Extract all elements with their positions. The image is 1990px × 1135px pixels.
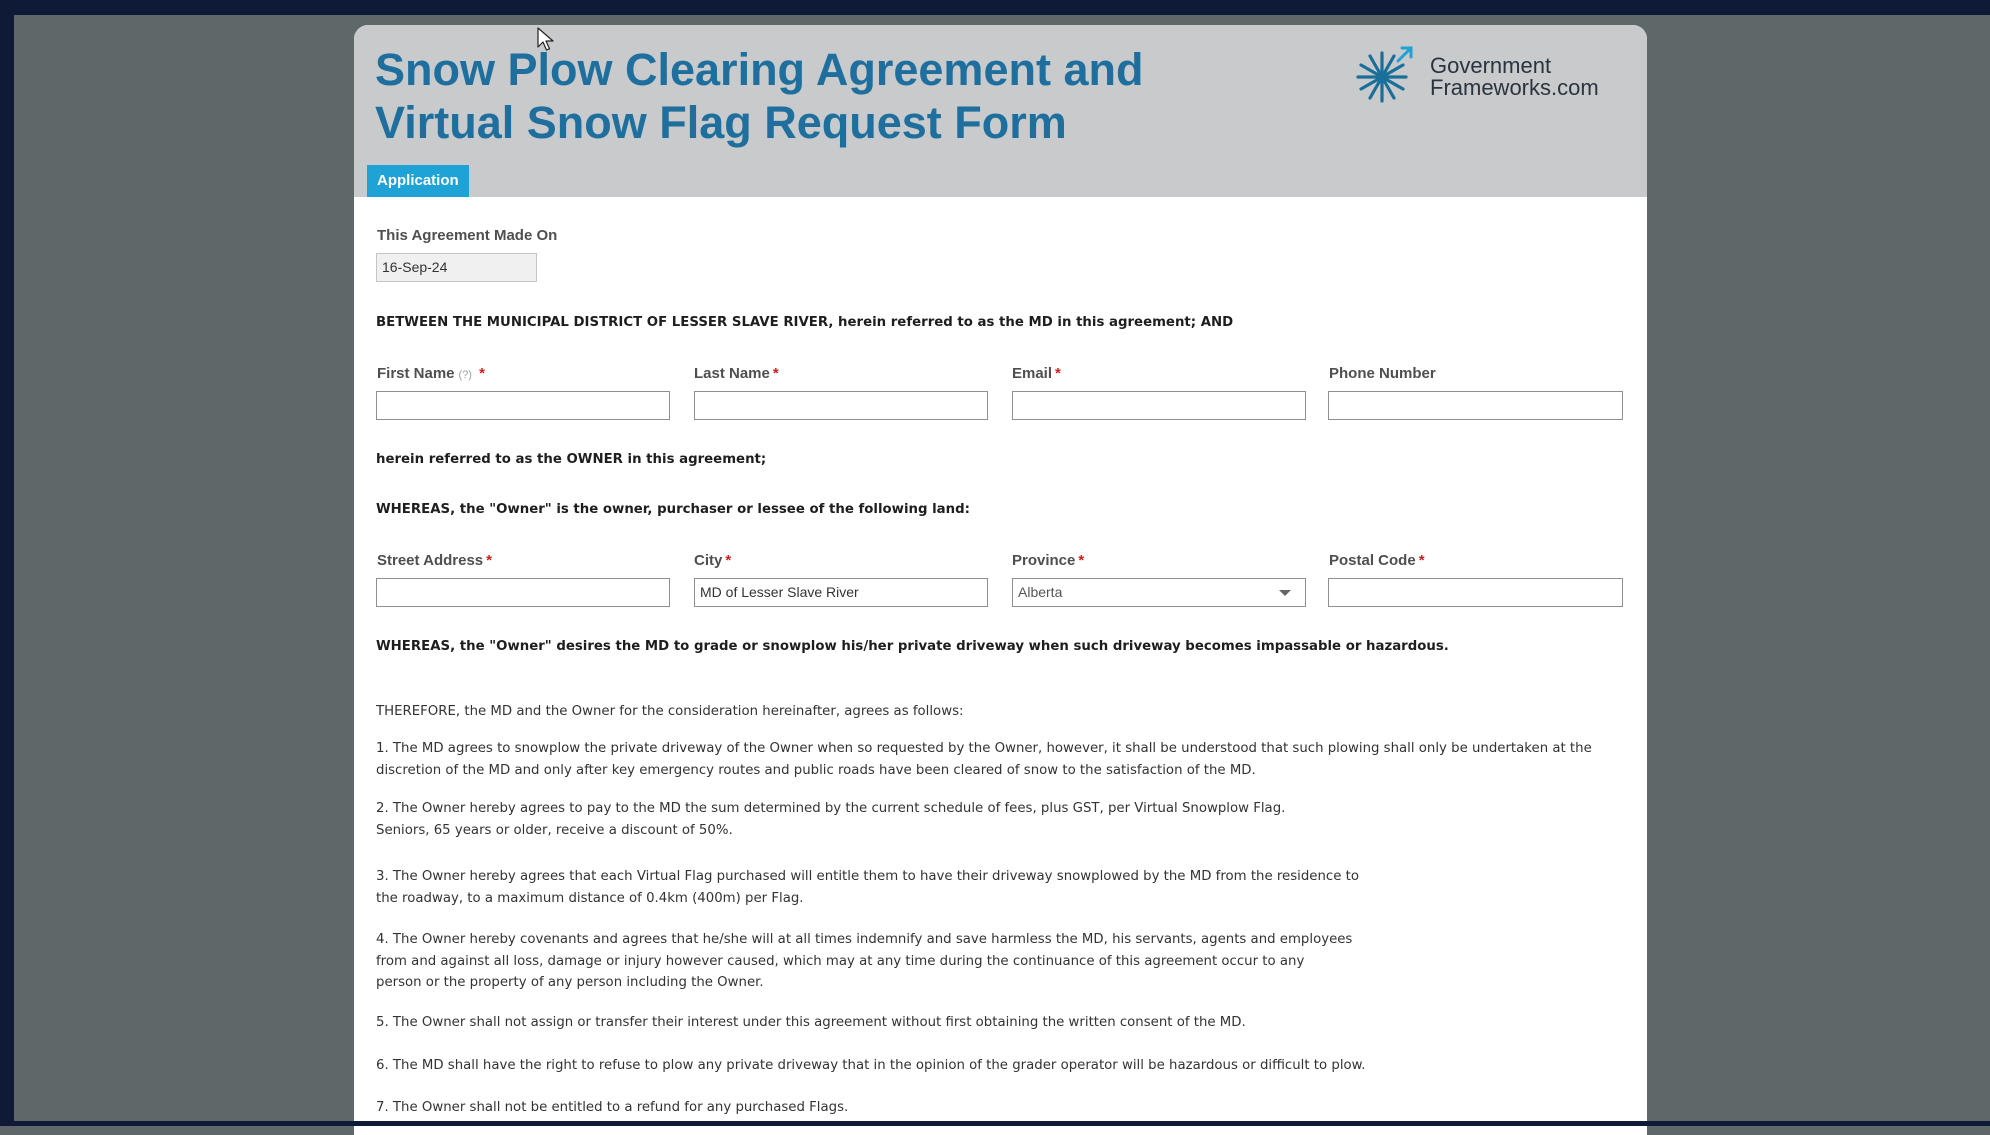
therefore-statement: THEREFORE, the MD and the Owner for the … [376,704,964,719]
last-name-input[interactable] [694,391,988,420]
postal-code-label: Postal Code * [1329,552,1425,569]
required-asterisk: * [1055,365,1061,382]
clause-line: 6. The MD shall have the right to refuse… [376,1058,1366,1073]
window-top-bar [0,0,1990,15]
clause-line: the roadway, to a maximum distance of 0.… [376,890,804,906]
province-label-text: Province [1012,552,1076,569]
form-card: Snow Plow Clearing Agreement and Virtual… [354,25,1647,1135]
required-asterisk: * [772,365,779,382]
postal-code-input[interactable] [1328,578,1623,607]
province-label: Province * [1012,552,1084,569]
clause-1: 1. The MD agrees to snowplow the private… [376,738,1592,781]
clause-4: 4. The Owner hereby covenants and agrees… [376,929,1352,994]
city-label-text: City [694,552,723,569]
clause-line: person or the property of any person inc… [376,975,764,990]
between-statement: BETWEEN THE MUNICIPAL DISTRICT OF LESSER… [376,315,1234,330]
clause-line: 5. The Owner shall not assign or transfe… [376,1015,1246,1030]
phone-input[interactable] [1328,391,1623,420]
email-input[interactable] [1012,391,1306,420]
phone-label: Phone Number [1329,365,1436,382]
clause-line: 3. The Owner hereby agrees that each Vir… [376,869,1359,884]
owner-statement: herein referred to as the OWNER in this … [376,452,767,467]
last-name-label-text: Last Name [694,365,770,382]
form-title: Snow Plow Clearing Agreement and Virtual… [375,44,1144,148]
clause-5: 5. The Owner shall not assign or transfe… [376,1012,1246,1034]
city-input[interactable]: MD of Lesser Slave River [694,578,988,607]
required-asterisk: * [725,552,732,569]
street-address-label: Street Address * [377,552,492,569]
last-name-label: Last Name * [694,365,779,382]
first-name-label: First Name (?) * [377,365,485,382]
whereas-desire-statement: WHEREAS, the "Owner" desires the MD to g… [376,639,1449,654]
clause-line: discretion of the MD and only after key … [376,762,1256,778]
postal-code-label-text: Postal Code [1329,552,1416,569]
agreement-date-label: This Agreement Made On [377,227,558,244]
tab-application[interactable]: Application [367,165,469,197]
first-name-input[interactable] [376,391,670,420]
whereas-land-statement: WHEREAS, the "Owner" is the owner, purch… [376,502,970,517]
clause-line: 7. The Owner shall not be entitled to a … [376,1100,849,1115]
logo-wordmark: Government Frameworks.com [1430,55,1647,99]
street-address-label-text: Street Address [377,552,484,569]
clause-line: Seniors, 65 years or older, receive a di… [376,822,733,838]
required-asterisk: * [479,365,485,382]
government-frameworks-logo: Government Frameworks.com [1354,45,1644,105]
clause-line: from and against all loss, damage or inj… [376,953,1305,969]
window-left-bar [0,0,14,1126]
province-select[interactable]: Alberta [1012,578,1306,607]
logo-line-2: Frameworks.com [1430,75,1599,100]
clause-3: 3. The Owner hereby agrees that each Vir… [376,866,1359,909]
required-asterisk: * [486,552,492,569]
province-select-value: Alberta [1018,584,1063,600]
email-label-text: Email [1012,365,1053,382]
window-bottom-bar [0,1121,1990,1126]
street-address-input[interactable] [376,578,670,607]
agreement-date-field[interactable]: 16-Sep-24 [376,253,537,282]
chevron-down-icon [1279,590,1291,596]
first-name-label-text: First Name [377,365,455,382]
logo-line-1: Government [1430,53,1552,78]
clause-line: 4. The Owner hereby covenants and agrees… [376,932,1353,947]
email-label: Email * [1012,365,1061,382]
clause-2: 2. The Owner hereby agrees to pay to the… [376,798,1285,841]
starburst-logo-icon [1356,46,1413,103]
form-body: This Agreement Made On 16-Sep-24 BETWEEN… [354,197,1647,1135]
mouse-pointer-icon [537,27,554,51]
help-icon[interactable]: (?) [459,369,472,381]
clause-line: 2. The Owner hereby agrees to pay to the… [376,801,1286,816]
required-asterisk: * [1078,552,1085,569]
city-label: City * [694,552,731,569]
clause-line: 1. The MD agrees to snowplow the private… [376,741,1592,756]
clause-7: 7. The Owner shall not be entitled to a … [376,1097,848,1119]
required-asterisk: * [1418,552,1425,569]
clause-6: 6. The MD shall have the right to refuse… [376,1055,1366,1077]
